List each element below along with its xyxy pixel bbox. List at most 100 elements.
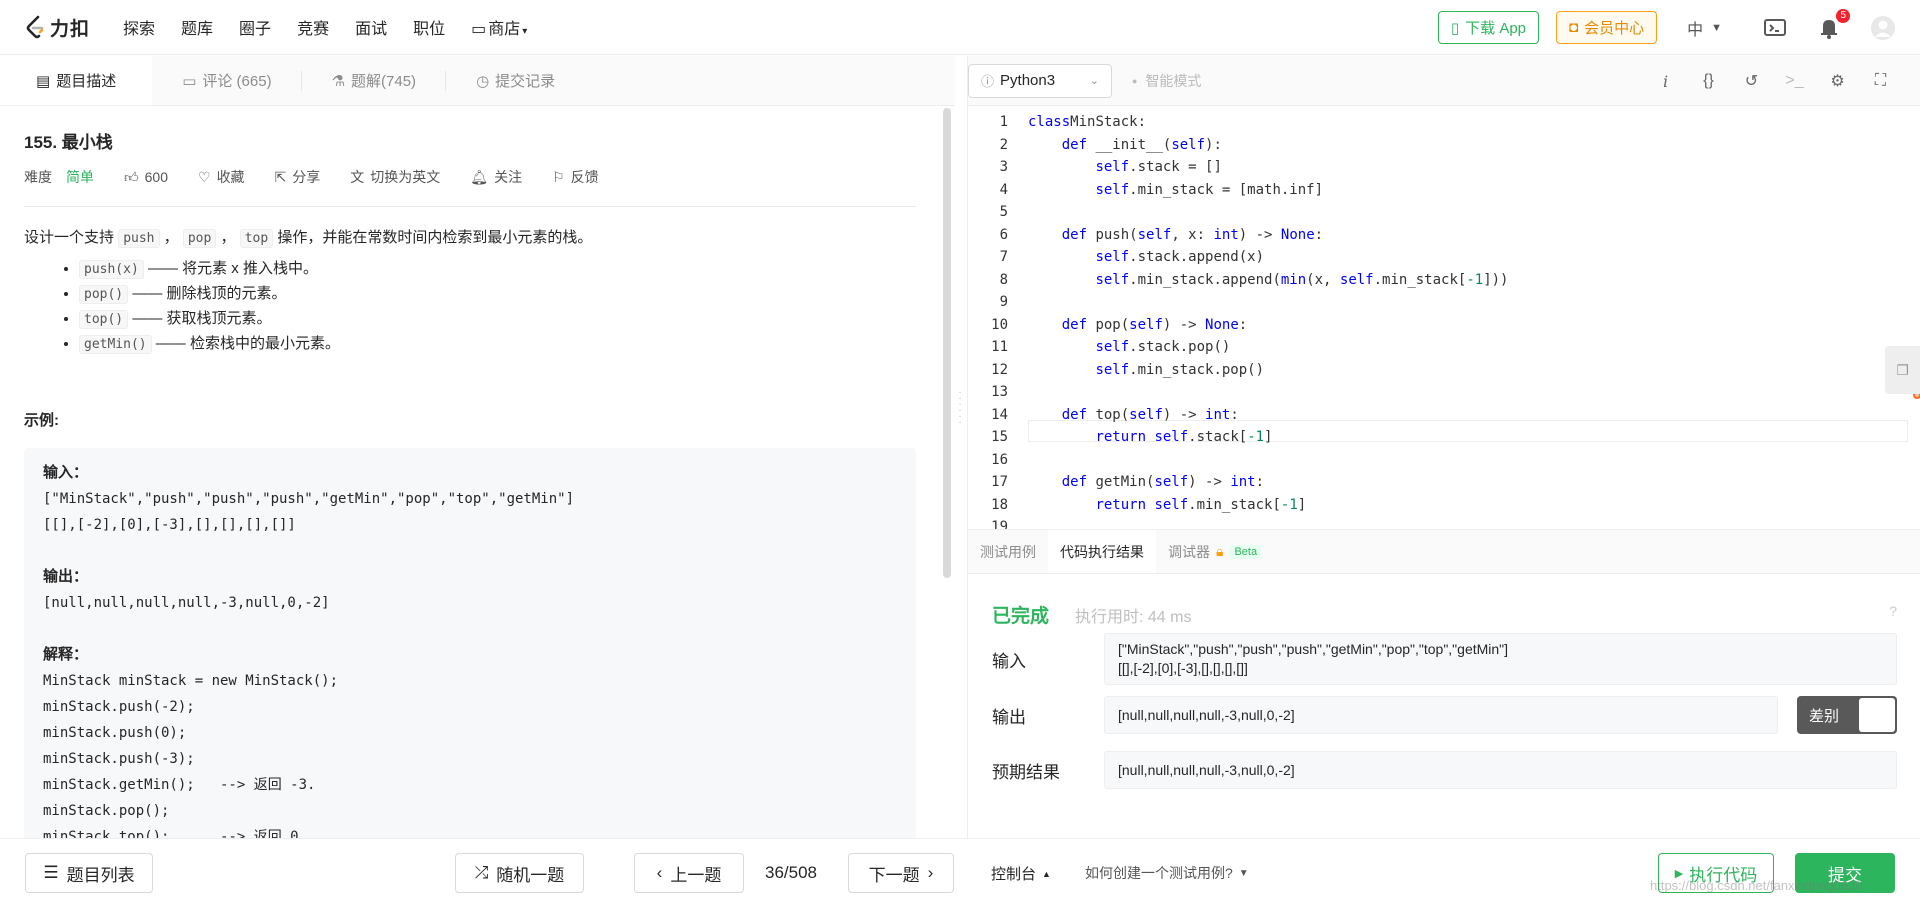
follow-button[interactable]: 🔔︎ 关注	[470, 167, 522, 187]
caret-up-icon: ▲	[1042, 868, 1051, 879]
how-to-testcase-link[interactable]: 如何创建一个测试用例? ▼	[1085, 863, 1249, 883]
problem-panel: ▤ 题目描述 ▭ 评论 (665) ⚗ 题解(745) ◷ 提交记录 155. …	[0, 56, 955, 868]
reset-icon[interactable]: ↺	[1730, 71, 1773, 91]
feedback-button[interactable]: ⚐ 反馈	[552, 167, 599, 187]
avatar[interactable]	[1870, 15, 1896, 41]
diff-toggle[interactable]: 差别	[1797, 696, 1897, 734]
nav-link-shop[interactable]: ▭ 商店 ▾	[458, 15, 540, 39]
nav-link-explore[interactable]: 探索	[110, 15, 168, 39]
tab-comments[interactable]: ▭ 评论 (665)	[152, 56, 302, 105]
console-toggle[interactable]: 控制台 ▲	[991, 863, 1051, 884]
nav-link-interview[interactable]: 面试	[342, 15, 400, 39]
code-token: def	[1061, 226, 1088, 243]
nav-link-circle[interactable]: 圈子	[226, 15, 284, 39]
nav-link-jobs[interactable]: 职位	[400, 15, 458, 39]
side-copy-icon[interactable]: ❐	[1885, 346, 1920, 394]
language-switcher[interactable]: 中 ▼	[1687, 16, 1722, 40]
share-label: 分享	[292, 169, 321, 185]
example-input-line: ["MinStack","push","push","push","getMin…	[43, 491, 575, 507]
line-number: 3	[999, 159, 1008, 175]
line-number: 4	[999, 181, 1008, 198]
terminal-icon[interactable]: >_	[1773, 72, 1816, 90]
lock-icon: 🔒︎	[1216, 543, 1224, 559]
code-token: .min_stack.pop()	[1129, 361, 1265, 378]
share-button[interactable]: ⇱ 分享	[275, 167, 321, 187]
code-token: def	[1061, 136, 1088, 153]
favorite-button[interactable]: ♡ 收藏	[198, 167, 245, 187]
prev-problem-label: 上一题	[670, 865, 722, 885]
problem-title: 155. 最小栈	[24, 133, 113, 152]
switch-english-button[interactable]: 文 切换为英文	[350, 167, 440, 187]
nav-link-problems[interactable]: 题库	[168, 15, 226, 39]
info-italic-icon[interactable]: i	[1644, 72, 1687, 91]
tab-submissions[interactable]: ◷ 提交记录	[446, 56, 585, 105]
download-app-button[interactable]: ▯ 下载 App	[1437, 11, 1540, 44]
code-token: self	[1129, 316, 1163, 333]
code-token: self	[1154, 429, 1189, 445]
prev-problem-button[interactable]: ‹ 上一题	[634, 853, 744, 893]
code-token: .stack[	[1188, 429, 1248, 445]
line-number: 19	[991, 519, 1008, 529]
code-token: .stack.pop()	[1129, 339, 1231, 355]
tab-run-result-label: 代码执行结果	[1060, 543, 1144, 560]
vip-center-button[interactable]: ◘ 会员中心	[1556, 11, 1658, 44]
code-token: ]))	[1483, 271, 1509, 288]
bell-icon[interactable]: 5	[1816, 8, 1850, 41]
switch-english-label: 切换为英文	[370, 169, 441, 185]
code-token: .min_stack = [math.inf]	[1129, 181, 1324, 198]
operation-list: push(x) —— 将元素 x 推入栈中。 pop() —— 删除栈顶的元素。…	[79, 257, 916, 357]
nav-link-contest[interactable]: 竞赛	[284, 15, 342, 39]
code-token: , x:	[1171, 226, 1214, 243]
example-explain-label: 解释：	[43, 646, 89, 663]
tab-run-result[interactable]: 代码执行结果	[1048, 530, 1156, 573]
beta-badge: Beta	[1229, 544, 1263, 559]
list-item: top() —— 获取栈顶元素。	[79, 307, 916, 332]
tab-description[interactable]: ▤ 题目描述	[0, 56, 153, 105]
code-token: __init__(	[1087, 136, 1172, 153]
smart-mode-toggle[interactable]: ● 智能模式	[1132, 71, 1201, 91]
clock-icon: ◷	[476, 72, 490, 90]
help-icon[interactable]: ?	[1889, 603, 1897, 619]
result-output-value: [null,null,null,null,-3,null,0,-2]	[1104, 696, 1778, 734]
tab-solutions[interactable]: ⚗ 题解(745)	[302, 56, 447, 105]
info-icon: ⓘ	[981, 74, 995, 89]
heart-icon: ♡	[198, 168, 211, 185]
code-token: int	[1230, 474, 1256, 490]
problem-list-button[interactable]: ☰ 题目列表	[25, 853, 153, 893]
line-number: 13	[991, 384, 1008, 400]
code-editor[interactable]: 1 2 3 4 5 6 7 8 9 10 11 12 13 14 15 16 17 18 19 classMinSt…	[968, 107, 1920, 529]
braces-icon[interactable]: {}	[1687, 72, 1730, 90]
code-token: ) ->	[1162, 316, 1206, 333]
op-code: getMin()	[79, 335, 152, 354]
like-button[interactable]: 👍︎ 600	[124, 169, 168, 186]
code-token: self	[1095, 271, 1130, 288]
code-token: return	[1095, 429, 1147, 445]
random-problem-button[interactable]: ⤮ 随机一题	[455, 853, 584, 893]
language-select[interactable]: ⓘ Python3 ⌄	[968, 63, 1112, 98]
panel-resize-handle[interactable]: · · · · · ·	[957, 388, 963, 440]
shuffle-icon: ⤮	[474, 863, 489, 882]
tab-testcase[interactable]: 测试用例	[968, 530, 1048, 573]
problem-description: 设计一个支持 push ， pop ， top 操作，并能在常数时间内检索到最小…	[24, 227, 916, 250]
code-token: ]	[1297, 496, 1307, 513]
fullscreen-icon[interactable]: ⛶	[1859, 72, 1902, 90]
example-heading: 示例:	[24, 412, 59, 429]
code-token: None	[1205, 316, 1239, 333]
next-problem-button[interactable]: 下一题 ›	[848, 853, 954, 893]
code-token: -1	[1280, 496, 1298, 513]
left-scrollbar[interactable]	[943, 108, 951, 578]
settings-icon[interactable]: ⚙	[1816, 71, 1859, 91]
code-token: self	[1154, 474, 1189, 490]
logo[interactable]: 力扣	[24, 14, 90, 41]
code-token: ) ->	[1162, 406, 1206, 423]
result-runtime: 执行用时: 44 ms	[1075, 609, 1192, 626]
shop-icon: ▭	[471, 21, 487, 38]
example-input-line: [[],[-2],[0],[-3],[],[],[],[]]	[43, 517, 296, 533]
playground-icon[interactable]	[1762, 15, 1788, 41]
tab-debugger[interactable]: 调试器 🔒︎ Beta	[1156, 530, 1274, 573]
